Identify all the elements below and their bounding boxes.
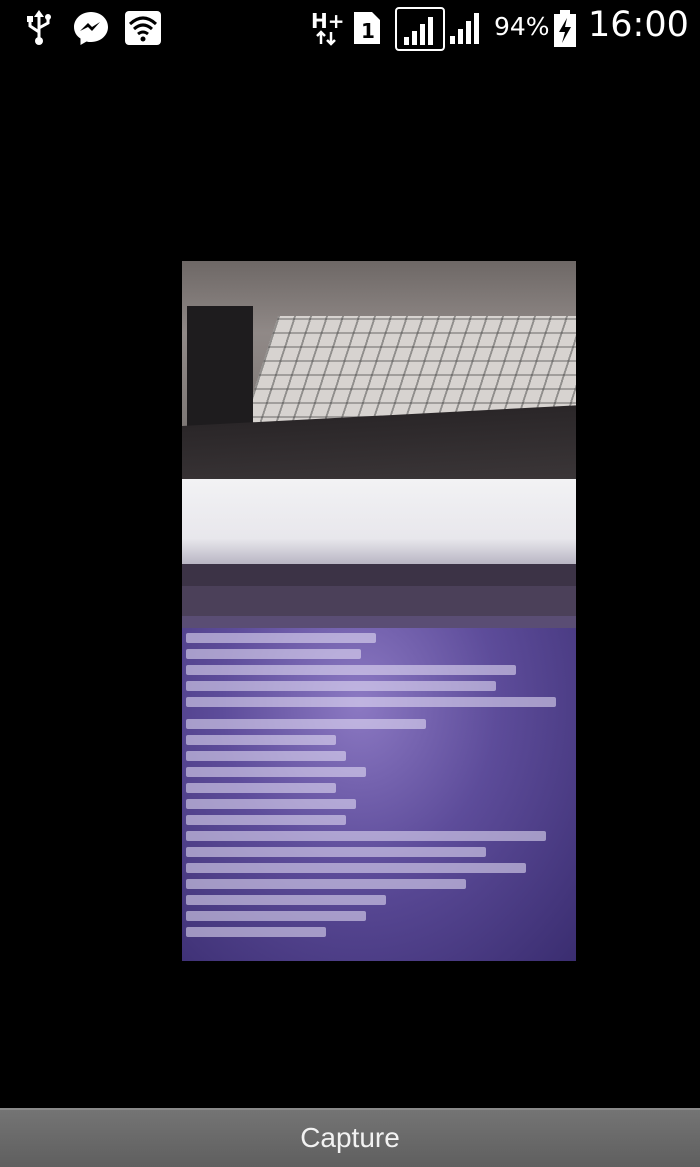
camera-preview [182,261,576,961]
preview-terminal-line [186,681,496,691]
preview-terminal-line [186,735,336,745]
signal-icon [395,7,445,55]
battery-percentage: 94% [494,12,550,41]
status-clock: 16:00 [588,5,689,45]
svg-text:1: 1 [361,19,375,43]
preview-terminal-line [186,649,361,659]
capture-button-label: Capture [300,1122,400,1153]
usb-icon [26,10,52,50]
preview-device [187,306,253,426]
preview-terminal-line [186,665,516,675]
preview-top-bar [182,564,576,586]
preview-terminal-line [186,879,466,889]
svg-text:H+: H+ [311,9,344,33]
preview-title-bar [182,586,576,616]
sim1-icon: 1 [352,10,382,50]
preview-terminal-line [186,767,366,777]
preview-terminal-line [186,697,556,707]
h-plus-data-icon: H+ [310,8,345,52]
preview-terminal-line [186,719,426,729]
wifi-icon [124,10,162,50]
preview-terminal-line [186,911,366,921]
status-bar: H+ 1 94% 16:00 [0,0,700,56]
capture-button[interactable]: Capture [0,1108,700,1167]
messenger-icon [72,10,110,50]
preview-menu-bar [182,616,576,628]
preview-terminal-line [186,863,526,873]
preview-terminal-line [186,751,346,761]
preview-terminal-line [186,815,346,825]
preview-terminal-line [186,633,376,643]
signal-icon [448,10,484,50]
preview-monitor-glare [182,479,576,564]
preview-terminal-line [186,783,336,793]
preview-terminal-line [186,847,486,857]
preview-terminal-line [186,895,386,905]
preview-terminal-line [186,799,356,809]
battery-charging-icon [553,10,577,52]
preview-terminal-line [186,927,326,937]
preview-terminal-line [186,831,546,841]
